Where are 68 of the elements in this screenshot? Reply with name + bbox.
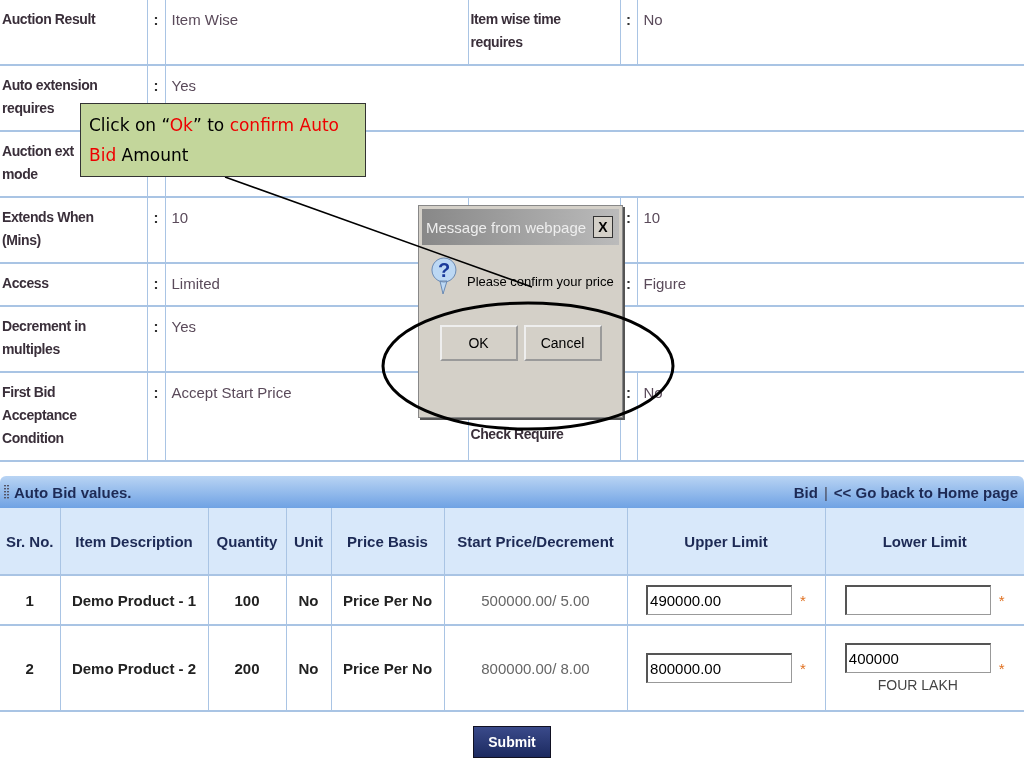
field-value: Accept Start Price xyxy=(171,383,292,403)
colon-separator: : xyxy=(153,10,159,30)
table-cell: 500000.00/ 5.00 xyxy=(481,591,590,609)
column-header: Start Price/Decrement xyxy=(457,532,614,550)
field-label: Check Require xyxy=(470,425,564,444)
input-field[interactable]: 400000 xyxy=(844,643,991,673)
field-value: Yes xyxy=(171,76,196,96)
colon-separator: : xyxy=(626,274,631,294)
table-cell: Price Per No xyxy=(342,659,433,677)
colon-separator: : xyxy=(153,76,159,96)
field-label: Item wise time requires xyxy=(470,10,561,52)
field-value: 10 xyxy=(643,208,661,228)
required-mark: * xyxy=(998,659,1005,677)
field-label: Decrement in multiples xyxy=(2,317,86,359)
required-mark: * xyxy=(800,591,806,609)
nav-link[interactable]: Bid xyxy=(793,483,818,501)
field-value: Figure xyxy=(643,274,687,294)
dialog-title: Message from webpage xyxy=(426,218,587,236)
input-field[interactable]: 800000.00 xyxy=(646,653,793,683)
close-button[interactable]: X xyxy=(593,216,613,238)
field-label: Access xyxy=(2,274,49,293)
colon-separator: : xyxy=(153,274,159,294)
required-mark: * xyxy=(998,591,1005,609)
field-label: First Bid Acceptance Condition xyxy=(2,383,77,448)
colon-separator: : xyxy=(153,208,159,228)
column-header: Item Description xyxy=(75,532,193,550)
table-cell: Demo Product - 1 xyxy=(71,591,197,609)
link-separator: | xyxy=(823,483,828,501)
column-header: Upper Limit xyxy=(684,532,768,550)
panel-title: Auto Bid values. xyxy=(14,483,132,501)
required-mark: * xyxy=(800,659,806,677)
input-field[interactable]: 490000.00 xyxy=(646,585,793,615)
grip-icon xyxy=(4,485,10,499)
table-cell: 1 xyxy=(25,591,34,609)
dialog-button[interactable]: Cancel xyxy=(523,325,602,361)
colon-separator: : xyxy=(626,383,631,403)
table-cell: 2 xyxy=(25,659,34,677)
field-label: Extends When (Mins) xyxy=(2,208,94,250)
input-field[interactable] xyxy=(844,585,991,615)
submit-button[interactable]: Submit xyxy=(473,726,551,758)
callout-note: Click on “Ok” to confirm Auto Bid Amount xyxy=(80,103,366,177)
colon-separator: : xyxy=(153,383,159,403)
column-header: Lower Limit xyxy=(882,532,967,550)
field-value: Limited xyxy=(171,274,220,294)
column-header: Quantity xyxy=(216,532,278,550)
field-value: 10 xyxy=(171,208,189,228)
table-cell: Price Per No xyxy=(342,591,433,609)
field-value: Item Wise xyxy=(171,10,239,30)
table-cell: 200 xyxy=(234,659,260,677)
table-cell: 100 xyxy=(234,591,260,609)
field-value: Yes xyxy=(171,317,196,337)
field-label: Auction Result xyxy=(2,10,96,29)
field-label: Auction ext mode xyxy=(2,142,74,184)
colon-separator: : xyxy=(153,317,159,337)
table-cell: No xyxy=(298,591,319,609)
table-cell: Demo Product - 2 xyxy=(71,659,197,677)
question-icon: ? xyxy=(431,257,457,295)
table-cell: No xyxy=(298,659,319,677)
column-header: Price Basis xyxy=(347,532,428,550)
table-cell: 800000.00/ 8.00 xyxy=(481,659,590,677)
amount-in-words: FOUR LAKH xyxy=(877,677,958,693)
colon-separator: : xyxy=(626,208,631,228)
column-header: Unit xyxy=(293,532,324,550)
dialog-button[interactable]: OK xyxy=(439,325,518,361)
field-value: No xyxy=(643,10,663,30)
column-header: Sr. No. xyxy=(6,532,54,550)
nav-link[interactable]: << Go back to Home page xyxy=(833,483,1018,501)
colon-separator: : xyxy=(626,10,631,30)
